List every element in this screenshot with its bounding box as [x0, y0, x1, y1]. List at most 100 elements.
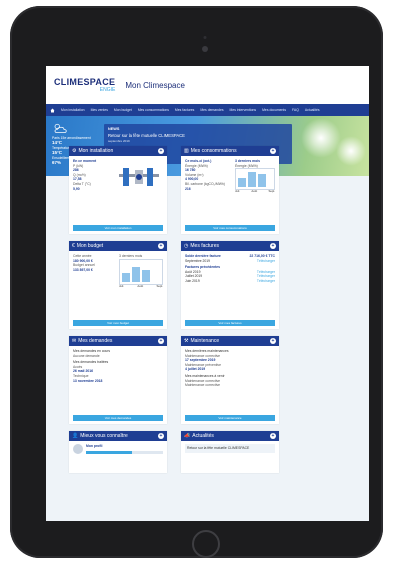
profile-progress [86, 450, 163, 454]
card-title: Mes demandes [78, 338, 113, 344]
card-header: ✉ Mes demandes + [69, 336, 167, 346]
budget-bars [119, 258, 163, 285]
budget-card: € Mon budget + Cette année 180 900,00 € B… [69, 241, 167, 329]
dandelion-decoration [301, 118, 341, 158]
climespace-logo[interactable]: CLIMESPACE ENGIE [54, 76, 116, 93]
nav-item[interactable]: Mes ventes [91, 108, 108, 112]
view-budget-button[interactable]: Voir mon budget [73, 320, 163, 326]
news-date: septembre 2019 [108, 139, 130, 143]
demandes-card: ✉ Mes demandes + Mes demandes en cours Au… [69, 336, 167, 424]
nav-item[interactable]: Actualités [305, 108, 320, 112]
expand-icon[interactable]: + [158, 338, 164, 344]
profile-progress-fill [86, 450, 133, 454]
installation-illustration [119, 167, 159, 186]
section-date: 4 juillet 2019 [185, 367, 206, 372]
expand-icon[interactable]: + [270, 433, 276, 439]
metric-value: 133 897,00 € [73, 267, 93, 272]
bar [132, 266, 140, 282]
section-value: Aucune demande [73, 353, 100, 358]
card-header: ◷ Mes factures + [181, 241, 279, 251]
home-icon[interactable] [50, 108, 55, 113]
news-title: Retour sur la fête mutuelle CLIMESPACE [108, 133, 185, 138]
megaphone-icon: 📣 [184, 433, 191, 439]
card-title: Maintenance [190, 338, 220, 344]
card-title: Mes factures [190, 243, 219, 249]
invoice-date: Juin 2019 [185, 278, 200, 283]
invoice-icon: ◷ [184, 243, 189, 249]
view-consumption-button[interactable]: Voir mes consommations [185, 225, 275, 231]
expand-icon[interactable]: + [270, 338, 276, 344]
profile-label[interactable]: Mon profil [86, 444, 163, 449]
card-header: 📣 Actualités + [181, 431, 279, 441]
nav-item[interactable]: Mes consommations [138, 108, 169, 112]
home-button[interactable] [192, 530, 220, 558]
tablet-frame: CLIMESPACE ENGIE Mon Climespace Mon inst… [10, 6, 383, 558]
section-date: 13 novembre 2018 [73, 378, 103, 383]
month-label: Août [137, 283, 144, 288]
wrench-icon: ⚒ [184, 338, 189, 344]
metric-label: Delta T (°C) [73, 181, 91, 186]
view-requests-button[interactable]: Voir mes demandes [73, 415, 163, 421]
nav-item[interactable]: Mon budget [114, 108, 132, 112]
solde-date: Septembre 2019 [185, 258, 211, 263]
view-installation-button[interactable]: Voir mon installation [73, 225, 163, 231]
dashboard-grid: ⚙ Mon installation + En ce moment P (kW) … [69, 146, 281, 473]
metric-value: 5,90 [73, 186, 80, 191]
consumption-bars [235, 168, 275, 191]
nav-item[interactable]: Mes demandes [200, 108, 223, 112]
dandelion-decoration [336, 136, 366, 166]
metric-value: 216 [185, 186, 191, 191]
sensor [203, 36, 207, 39]
download-link[interactable]: Télécharger [257, 259, 275, 264]
card-header: 👤 Mieux vous connaître + [69, 431, 167, 441]
month-label: Juil. [235, 189, 240, 194]
metric-label: Bil. carbone (kgCO₂/MWh) [185, 181, 225, 186]
expand-icon[interactable]: + [270, 243, 276, 249]
news-item[interactable]: Retour sur la fête mutuelle CLIMESPACE [185, 444, 275, 453]
bar [248, 172, 256, 188]
euro-icon: € [72, 243, 75, 249]
expand-icon[interactable]: + [158, 433, 164, 439]
card-title: Mon installation [78, 148, 114, 154]
logo-text: CLIMESPACE [54, 76, 116, 87]
avatar [73, 444, 83, 454]
factures-card: ◷ Mes factures + Solde dernière facture 2… [181, 241, 279, 329]
consommations-card: ▥ Mes consommations + Ce mois-ci (oct.) É… [181, 146, 279, 234]
sun-cloud-icon [54, 123, 67, 133]
maintenance-card: ⚒ Maintenance + Mes dernières maintenance… [181, 336, 279, 424]
view-maintenance-button[interactable]: Voir maintenance [185, 415, 275, 421]
nav-item[interactable]: Mon installation [61, 108, 85, 112]
nav-item[interactable]: Mes factures [175, 108, 194, 112]
bar [122, 272, 130, 282]
nav-item[interactable]: FAQ [292, 108, 299, 112]
bar [258, 174, 266, 188]
installation-card: ⚙ Mon installation + En ce moment P (kW) … [69, 146, 167, 234]
expand-icon[interactable]: + [158, 243, 164, 249]
card-title: Mieux vous connaître [80, 433, 128, 439]
news-heading: NEWS [108, 127, 120, 131]
installation-icon: ⚙ [72, 148, 77, 154]
top-bar: CLIMESPACE ENGIE Mon Climespace [46, 66, 369, 104]
logo-sub: ENGIE [99, 86, 116, 93]
download-link[interactable]: Télécharger [257, 279, 275, 284]
card-header: ⚙ Mon installation + [69, 146, 167, 156]
month-label: Juil. [119, 283, 124, 288]
expand-icon[interactable]: + [158, 148, 164, 154]
nav-item[interactable]: Mes interventions [230, 108, 257, 112]
camera [202, 46, 208, 52]
card-title: Actualités [192, 433, 214, 439]
bar [238, 178, 246, 188]
user-icon: 👤 [72, 433, 79, 439]
card-header: ▥ Mes consommations + [181, 146, 279, 156]
expand-icon[interactable]: + [270, 148, 276, 154]
view-invoices-button[interactable]: Voir mes factures [185, 320, 275, 326]
card-title: Mes consommations [190, 148, 237, 154]
chart-icon: ▥ [184, 148, 189, 154]
news-card: 📣 Actualités + Retour sur la fête mutuell… [181, 431, 279, 473]
card-title: Mon budget [76, 243, 104, 249]
app-title: Mon Climespace [125, 80, 185, 90]
month-label: Sept. [156, 283, 163, 288]
nav-item[interactable]: Mes documents [262, 108, 286, 112]
section-value: Maintenance corrective [185, 383, 221, 388]
month-label: Août [251, 189, 258, 194]
